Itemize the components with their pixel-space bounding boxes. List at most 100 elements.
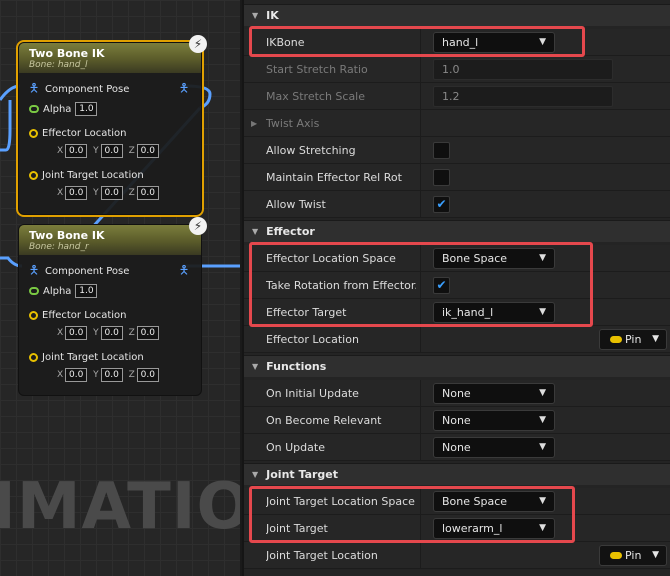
take-rotation-checkbox[interactable]: ✔	[433, 277, 450, 294]
effector-z-input[interactable]: 0.0	[136, 326, 159, 340]
joint-y-input[interactable]: 0.0	[100, 186, 123, 200]
joint-target-pin-row[interactable]: Joint Target Location	[27, 165, 193, 185]
joint-z-input[interactable]: 0.0	[136, 368, 159, 382]
axis-label-y: Y	[93, 370, 99, 380]
person-icon: 🯅	[28, 262, 40, 277]
person-icon: 🯅	[178, 262, 190, 277]
vector-pin-icon[interactable]	[29, 352, 38, 362]
alpha-pin-row[interactable]: Alpha 1.0	[27, 281, 193, 301]
vector-pin-icon	[610, 552, 622, 559]
joint-x-input[interactable]: 0.0	[65, 368, 88, 382]
chevron-down-icon: ▼	[539, 415, 546, 425]
allow-stretching-checkbox[interactable]	[433, 142, 450, 159]
prop-label: Max Stretch Scale	[266, 90, 366, 103]
allow-twist-checkbox[interactable]: ✔	[433, 196, 450, 213]
joint-y-input[interactable]: 0.0	[100, 368, 123, 382]
max-stretch-scale-field[interactable]: 1.2	[433, 86, 613, 107]
joint-z-input[interactable]: 0.0	[136, 186, 159, 200]
start-stretch-ratio-field[interactable]: 1.0	[433, 59, 613, 80]
dropdown-value: None	[442, 414, 471, 427]
component-pose-pin-row[interactable]: 🯅 Component Pose 🯅	[27, 79, 193, 99]
axis-label-x: X	[57, 188, 64, 198]
joint-target-location-space-dropdown[interactable]: Bone Space ▼	[433, 491, 555, 512]
prop-maintain-effector-rel-rot: Maintain Effector Rel Rot	[244, 164, 670, 191]
component-pose-pin-row[interactable]: 🯅 Component Pose 🯅	[27, 261, 193, 281]
dropdown-value: ik_hand_l	[442, 306, 494, 319]
effector-target-dropdown[interactable]: ik_hand_l ▼	[433, 302, 555, 323]
two-bone-ik-node-hand-r[interactable]: Two Bone IK Bone: hand_r ⚡ 🯅 Component P…	[18, 217, 207, 396]
category-effector[interactable]: ▼ Effector	[244, 220, 670, 242]
collapse-arrow-icon[interactable]: ▼	[252, 11, 258, 20]
category-label: IK	[266, 9, 279, 22]
lightning-bolt-icon: ⚡	[189, 217, 207, 235]
category-joint-target[interactable]: ▼ Joint Target	[244, 463, 670, 485]
on-update-dropdown[interactable]: None ▼	[433, 437, 555, 458]
pin-label: Joint Target Location	[42, 169, 144, 181]
node-title: Two Bone IK	[29, 229, 105, 242]
collapse-arrow-icon[interactable]: ▼	[252, 470, 258, 479]
effector-location-pin-row[interactable]: Effector Location	[27, 305, 193, 325]
alpha-pin-row[interactable]: Alpha 1.0	[27, 99, 193, 119]
pin-button-label: Pin	[625, 333, 642, 346]
prop-label: Effector Target	[266, 306, 347, 319]
joint-target-pin-row[interactable]: Joint Target Location	[27, 347, 193, 367]
dropdown-value: hand_l	[442, 36, 479, 49]
person-icon: 🯅	[178, 80, 190, 95]
bool-pin-icon[interactable]	[29, 287, 39, 295]
prop-joint-target-location-space: Joint Target Location Space Bone Space ▼	[244, 488, 670, 515]
alpha-input[interactable]: 1.0	[75, 102, 98, 116]
prop-on-update: On Update None ▼	[244, 434, 670, 461]
prop-label: On Become Relevant	[266, 414, 382, 427]
prop-label: Start Stretch Ratio	[266, 63, 368, 76]
collapse-arrow-icon[interactable]: ▼	[252, 227, 258, 236]
expand-arrow-icon[interactable]: ▶	[251, 110, 257, 137]
prop-label: IKBone	[266, 36, 305, 49]
person-icon: 🯅	[28, 80, 40, 95]
node-title: Two Bone IK	[29, 47, 105, 60]
alpha-input[interactable]: 1.0	[75, 284, 98, 298]
bool-pin-icon[interactable]	[29, 105, 39, 113]
category-label: Effector	[266, 225, 315, 238]
axis-label-z: Z	[128, 146, 135, 156]
joint-target-dropdown[interactable]: lowerarm_l ▼	[433, 518, 555, 539]
collapse-arrow-icon[interactable]: ▼	[252, 362, 258, 371]
pin-label: Alpha	[43, 103, 72, 115]
vector-pin-icon	[610, 336, 622, 343]
node-header[interactable]: Two Bone IK Bone: hand_l ⚡	[19, 35, 207, 73]
node-header[interactable]: Two Bone IK Bone: hand_r ⚡	[19, 217, 207, 255]
vector-pin-icon[interactable]	[29, 170, 38, 180]
anim-graph-canvas[interactable]: IMATION Two Bone IK Bone: hand_l ⚡ 🯅 Com…	[0, 0, 240, 576]
effector-vector-fields: X 0.0 Y 0.0 Z 0.0	[43, 325, 193, 341]
effector-y-input[interactable]: 0.0	[100, 326, 123, 340]
two-bone-ik-node-hand-l[interactable]: Two Bone IK Bone: hand_l ⚡ 🯅 Component P…	[16, 35, 207, 217]
maintain-effector-rel-rot-checkbox[interactable]	[433, 169, 450, 186]
vector-pin-icon[interactable]	[29, 128, 38, 138]
category-functions[interactable]: ▼ Functions	[244, 355, 670, 377]
effector-x-input[interactable]: 0.0	[65, 144, 88, 158]
prop-twist-axis[interactable]: ▶ Twist Axis	[244, 110, 670, 137]
effector-location-space-dropdown[interactable]: Bone Space ▼	[433, 248, 555, 269]
axis-label-y: Y	[93, 146, 99, 156]
on-become-relevant-dropdown[interactable]: None ▼	[433, 410, 555, 431]
vector-pin-icon[interactable]	[29, 310, 38, 320]
effector-location-pin-button[interactable]: Pin ▼	[599, 329, 667, 350]
effector-z-input[interactable]: 0.0	[136, 144, 159, 158]
prop-effector-location: Effector Location Pin ▼	[244, 326, 670, 353]
prop-label: Joint Target Location	[266, 549, 378, 562]
effector-location-pin-row[interactable]: Effector Location	[27, 123, 193, 143]
category-ik[interactable]: ▼ IK	[244, 4, 670, 26]
chevron-down-icon: ▼	[652, 550, 659, 560]
prop-effector-target: Effector Target ik_hand_l ▼	[244, 299, 670, 326]
prop-take-rotation-from-effector: Take Rotation from Effector... ✔	[244, 272, 670, 299]
ikbone-dropdown[interactable]: hand_l ▼	[433, 32, 555, 53]
joint-target-location-pin-button[interactable]: Pin ▼	[599, 545, 667, 566]
node-subtitle: Bone: hand_l	[29, 60, 88, 70]
category-label: Joint Target	[266, 468, 339, 481]
dropdown-value: None	[442, 387, 471, 400]
effector-y-input[interactable]: 0.0	[100, 144, 123, 158]
dropdown-value: None	[442, 441, 471, 454]
joint-x-input[interactable]: 0.0	[65, 186, 88, 200]
effector-x-input[interactable]: 0.0	[65, 326, 88, 340]
dropdown-value: Bone Space	[442, 495, 508, 508]
on-initial-update-dropdown[interactable]: None ▼	[433, 383, 555, 404]
